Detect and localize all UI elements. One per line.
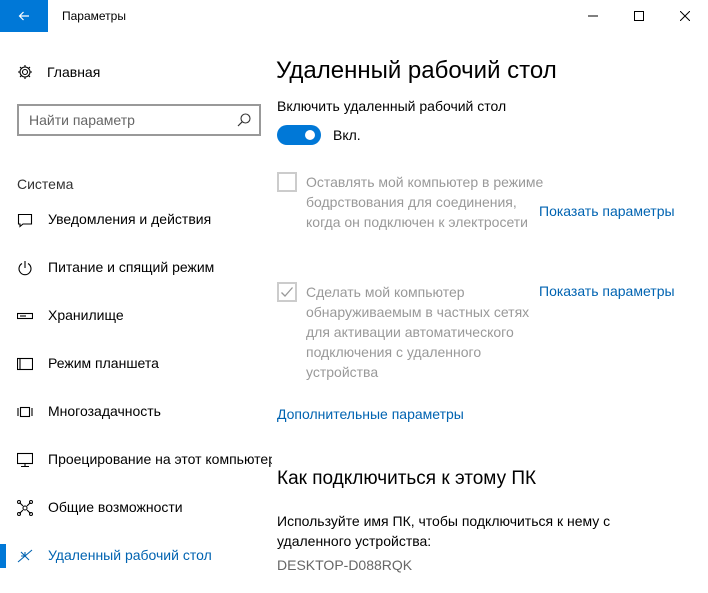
section-title: Система bbox=[17, 176, 74, 192]
gear-icon bbox=[18, 65, 32, 79]
notifications-icon bbox=[17, 213, 33, 228]
main-content: Удаленный рабочий стол Включить удаленны… bbox=[276, 32, 696, 593]
advanced-settings-link[interactable]: Дополнительные параметры bbox=[277, 406, 464, 422]
home-label: Главная bbox=[47, 64, 101, 80]
pc-name: DESKTOP-D088RQK bbox=[277, 557, 413, 573]
nav-list: Уведомления и действия Питание и спящий … bbox=[0, 196, 272, 580]
home-nav-item[interactable]: Главная bbox=[0, 56, 272, 88]
search-input[interactable] bbox=[29, 111, 229, 129]
shared-experiences-icon bbox=[17, 500, 33, 516]
sidebar-item-label: Уведомления и действия bbox=[48, 211, 212, 227]
discoverable-label: Сделать мой компьютер обнаруживаемым в ч… bbox=[306, 284, 530, 380]
multitasking-icon bbox=[17, 406, 33, 418]
keep-awake-label: Оставлять мой компьютер в режиме бодрств… bbox=[306, 174, 544, 230]
discoverable-checkbox[interactable] bbox=[277, 282, 297, 302]
sidebar-item-label: Хранилище bbox=[48, 307, 124, 323]
sidebar-item-storage[interactable]: Хранилище bbox=[0, 292, 272, 340]
title-bar: Параметры bbox=[0, 0, 708, 32]
maximize-button[interactable] bbox=[616, 0, 662, 32]
back-arrow-icon bbox=[18, 11, 29, 21]
discoverable-show-settings-link[interactable]: Показать параметры bbox=[539, 283, 675, 299]
sidebar-item-label: Удаленный рабочий стол bbox=[48, 547, 212, 563]
toggle-caption: Включить удаленный рабочий стол bbox=[277, 98, 507, 114]
search-box[interactable] bbox=[17, 104, 261, 136]
app-title: Параметры bbox=[62, 9, 126, 23]
sidebar-item-label: Общие возможности bbox=[48, 499, 183, 515]
sidebar-item-shared-experiences[interactable]: Общие возможности bbox=[0, 484, 272, 532]
toggle-state-label: Вкл. bbox=[333, 127, 361, 143]
how-to-connect-heading: Как подключиться к этому ПК bbox=[277, 468, 537, 489]
sidebar-item-label: Проецирование на этот компьютер bbox=[48, 451, 272, 467]
close-button[interactable] bbox=[662, 0, 708, 32]
sidebar-item-projecting[interactable]: Проецирование на этот компьютер bbox=[0, 436, 272, 484]
remote-desktop-toggle[interactable] bbox=[277, 125, 321, 145]
maximize-icon bbox=[634, 11, 644, 21]
sidebar-item-notifications[interactable]: Уведомления и действия bbox=[0, 196, 272, 244]
power-icon bbox=[18, 261, 32, 276]
sidebar: Главная Система Уведомления и действия П… bbox=[0, 32, 272, 593]
remote-desktop-icon bbox=[17, 549, 33, 563]
checkmark-icon bbox=[281, 287, 293, 297]
sidebar-item-power[interactable]: Питание и спящий режим bbox=[0, 244, 272, 292]
storage-icon bbox=[17, 312, 33, 320]
projecting-icon bbox=[17, 452, 33, 468]
sidebar-item-remote-desktop[interactable]: Удаленный рабочий стол bbox=[0, 532, 272, 580]
search-icon bbox=[237, 113, 251, 127]
minimize-icon bbox=[588, 15, 598, 17]
keep-awake-show-settings-link[interactable]: Показать параметры bbox=[539, 203, 675, 219]
sidebar-item-label: Многозадачность bbox=[48, 403, 161, 419]
toggle-knob bbox=[305, 130, 315, 140]
active-indicator bbox=[0, 544, 6, 568]
how-to-connect-description: Используйте имя ПК, чтобы подключиться к… bbox=[277, 513, 611, 549]
tablet-mode-icon bbox=[17, 357, 33, 371]
sidebar-item-label: Режим планшета bbox=[48, 355, 159, 371]
sidebar-item-multitasking[interactable]: Многозадачность bbox=[0, 388, 272, 436]
keep-awake-checkbox[interactable] bbox=[277, 172, 297, 192]
page-title: Удаленный рабочий стол bbox=[276, 57, 557, 84]
close-icon bbox=[680, 11, 690, 21]
back-button[interactable] bbox=[0, 0, 48, 32]
minimize-button[interactable] bbox=[570, 0, 616, 32]
sidebar-item-tablet-mode[interactable]: Режим планшета bbox=[0, 340, 272, 388]
sidebar-item-label: Питание и спящий режим bbox=[48, 259, 215, 275]
